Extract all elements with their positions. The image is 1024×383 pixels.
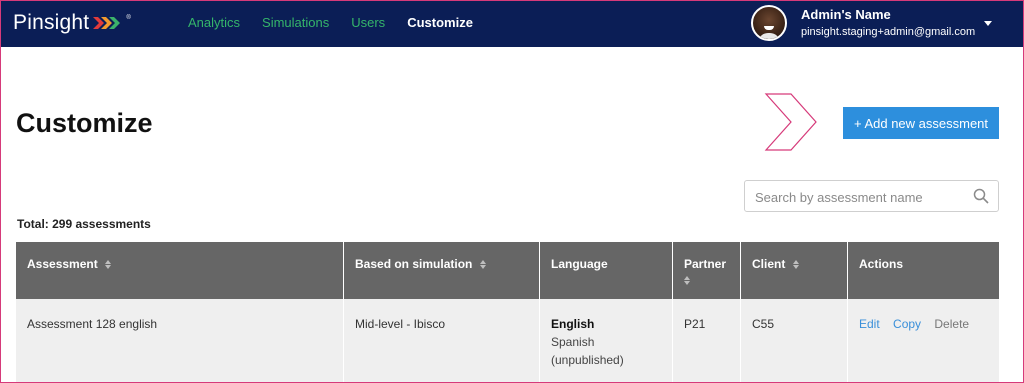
user-email: pinsight.staging+admin@gmail.com	[801, 25, 976, 38]
column-header-language: Language	[540, 242, 673, 299]
cell-client: C55	[741, 299, 848, 383]
cell-language: English Spanish (unpublished)	[540, 299, 673, 383]
column-header-simulation[interactable]: Based on simulation	[344, 242, 540, 299]
top-navbar: Pinsight ® Analytics Simulations Users C…	[0, 0, 1024, 47]
decorative-chevron-icon	[764, 93, 817, 151]
column-header-label: Partner	[684, 257, 727, 271]
user-info: Admin's Name pinsight.staging+admin@gmai…	[801, 7, 975, 40]
avatar-shirt	[758, 33, 780, 39]
column-header-label: Assessment	[27, 257, 98, 271]
language-secondary: Spanish	[551, 335, 595, 349]
column-header-label: Based on simulation	[355, 257, 473, 271]
column-header-assessment[interactable]: Assessment	[16, 242, 344, 299]
chevron-down-icon[interactable]	[984, 21, 992, 26]
avatar-face	[764, 26, 774, 30]
logo-text: Pinsight	[13, 11, 90, 34]
cell-partner: P21	[673, 299, 741, 383]
pinsight-logo[interactable]: Pinsight ®	[13, 11, 131, 35]
logo-chevrons-icon	[93, 15, 125, 31]
language-primary: English	[551, 317, 595, 331]
nav-simulations[interactable]: Simulations	[262, 15, 329, 30]
column-header-label: Language	[551, 257, 608, 271]
main-nav: Analytics Simulations Users Customize	[188, 15, 495, 30]
delete-link[interactable]: Delete	[934, 315, 969, 333]
assessments-table: Assessment Based on simulation Language …	[16, 242, 999, 383]
language-status: (unpublished)	[551, 353, 624, 367]
page-title: Customize	[16, 108, 153, 138]
avatar[interactable]	[751, 5, 787, 41]
sort-icon[interactable]	[479, 260, 486, 270]
column-header-label: Actions	[859, 257, 904, 271]
column-header-label: Client	[752, 257, 786, 271]
nav-analytics[interactable]: Analytics	[188, 15, 240, 30]
sort-icon[interactable]	[684, 276, 690, 286]
cell-assessment: Assessment 128 english	[16, 299, 344, 383]
cell-simulation: Mid-level - Ibisco	[344, 299, 540, 383]
table-row: Assessment 128 english Mid-level - Ibisc…	[16, 299, 999, 383]
edit-link[interactable]: Edit	[859, 315, 880, 333]
sort-icon[interactable]	[105, 260, 112, 270]
search-icon[interactable]	[973, 188, 989, 209]
nav-users[interactable]: Users	[351, 15, 385, 30]
column-header-actions: Actions	[848, 242, 999, 299]
copy-link[interactable]: Copy	[893, 315, 921, 333]
sort-icon[interactable]	[792, 260, 799, 270]
search-box	[744, 180, 999, 212]
user-menu[interactable]: Admin's Name pinsight.staging+admin@gmai…	[751, 5, 992, 41]
nav-customize[interactable]: Customize	[407, 15, 473, 30]
search-input[interactable]	[755, 187, 965, 207]
add-new-assessment-button[interactable]: + Add new assessment	[843, 107, 999, 139]
column-header-partner[interactable]: Partner	[673, 242, 741, 299]
user-name: Admin's Name	[801, 6, 891, 22]
column-header-client[interactable]: Client	[741, 242, 848, 299]
total-count: Total: 299 assessments	[17, 217, 151, 231]
table-header: Assessment Based on simulation Language …	[16, 242, 999, 299]
logo-registered-mark: ®	[126, 15, 131, 21]
cell-actions: Edit Copy Delete	[848, 299, 999, 383]
